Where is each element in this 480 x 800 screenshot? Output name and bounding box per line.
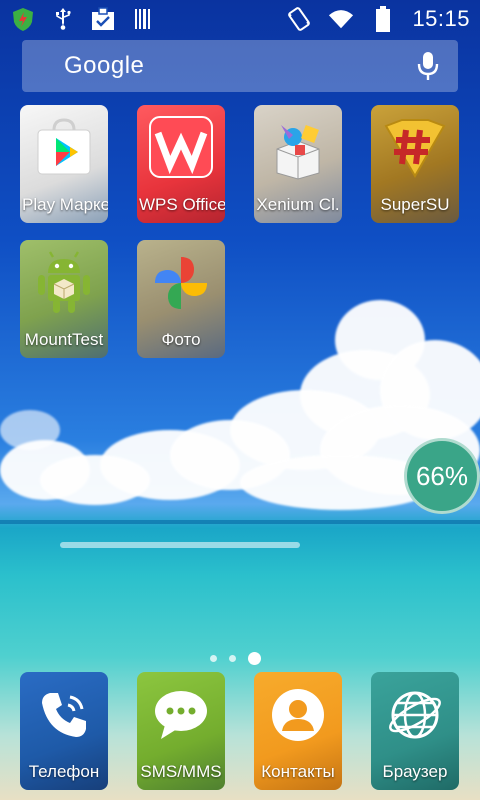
wifi-icon (328, 6, 354, 32)
app-label: Контакты (261, 762, 335, 781)
app-label: Play Марке (22, 195, 108, 214)
barcode-icon (130, 6, 156, 32)
xenium-cleaner-icon (263, 115, 333, 186)
status-bar: 15:15 (0, 0, 480, 38)
globe-icon (385, 685, 445, 750)
supersu-icon (382, 118, 448, 183)
play-store-icon (32, 116, 96, 185)
dock-sms-mms[interactable]: SMS/MMS (137, 672, 225, 790)
app-label: Xenium Cl. (256, 195, 340, 214)
google-search-bar[interactable]: Google (22, 40, 458, 92)
battery-icon (370, 6, 396, 32)
app-mounttest[interactable]: MountTest (20, 240, 108, 358)
clock: 15:15 (412, 6, 470, 31)
battery-percent-badge[interactable]: 66% (404, 438, 480, 514)
app-label: Браузер (382, 762, 448, 781)
dock-browser[interactable]: Браузер (371, 672, 459, 790)
photos-pinwheel-icon (149, 251, 213, 320)
phone-icon (36, 687, 92, 748)
google-logo: Google (64, 52, 145, 79)
app-photos[interactable]: Фото (137, 240, 225, 358)
android-robot-icon (34, 250, 94, 320)
app-label: Фото (161, 330, 201, 349)
vibrate-icon (286, 6, 312, 32)
page-dot[interactable] (210, 655, 217, 662)
app-label: Телефон (28, 762, 100, 781)
page-dot-active[interactable] (248, 652, 261, 665)
app-label: MountTest (24, 330, 104, 349)
wps-office-icon (146, 115, 216, 186)
clipboard-check-icon (90, 6, 116, 32)
usb-icon (50, 6, 76, 32)
dock-contacts[interactable]: Контакты (254, 672, 342, 790)
app-play-market[interactable]: Play Марке (20, 105, 108, 223)
app-label: SMS/MMS (140, 762, 222, 781)
app-supersu[interactable]: SuperSU (371, 105, 459, 223)
dock-phone[interactable]: Телефон (20, 672, 108, 790)
page-indicator (210, 652, 261, 665)
chat-bubble-icon (151, 687, 211, 748)
app-label: WPS Office (139, 195, 225, 214)
app-wps-office[interactable]: WPS Office (137, 105, 225, 223)
app-xenium-cleaner[interactable]: Xenium Cl. (254, 105, 342, 223)
shield-app-icon (10, 6, 36, 32)
app-label: SuperSU (380, 195, 450, 214)
contact-person-icon (270, 687, 326, 748)
mic-icon[interactable] (416, 51, 440, 81)
page-dot[interactable] (229, 655, 236, 662)
